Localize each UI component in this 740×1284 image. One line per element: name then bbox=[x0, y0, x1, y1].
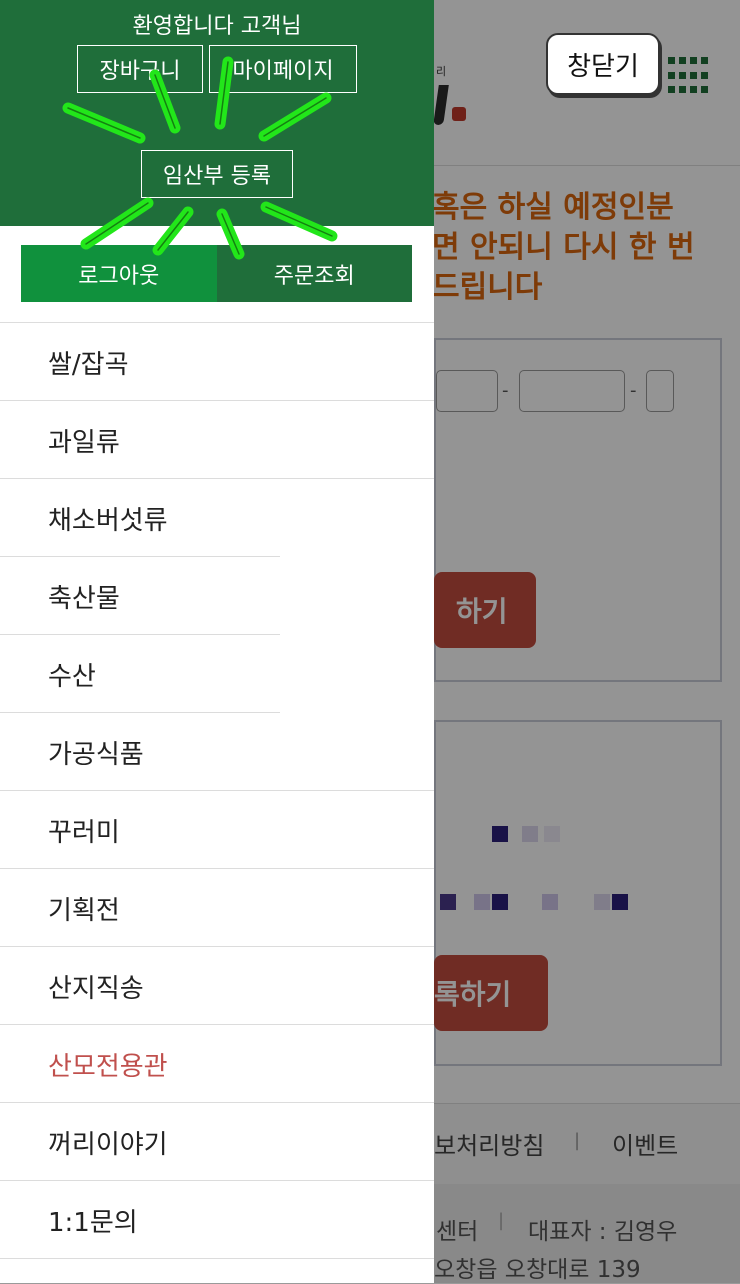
side-drawer: 환영합니다 고객님 장바구니 마이페이지 임산부 등록 로그아웃 주문조회 쌀/… bbox=[0, 0, 434, 1283]
account-tabs: 로그아웃 주문조회 bbox=[21, 245, 412, 302]
menu-item-fruits[interactable]: 과일류 bbox=[0, 401, 434, 479]
menu-item-direct-shipping[interactable]: 산지직송 bbox=[0, 947, 434, 1025]
menu-item-maternity-store[interactable]: 산모전용관 bbox=[0, 1025, 434, 1103]
pregnant-register-button[interactable]: 임산부 등록 bbox=[141, 150, 293, 198]
logout-button[interactable]: 로그아웃 bbox=[21, 245, 217, 302]
cart-button[interactable]: 장바구니 bbox=[77, 45, 203, 93]
menu-item-processed-food[interactable]: 가공식품 bbox=[0, 713, 434, 791]
menu-item-vegetables-mushrooms[interactable]: 채소버섯류 bbox=[0, 479, 434, 557]
order-lookup-button[interactable]: 주문조회 bbox=[216, 245, 412, 302]
menu-item-rice-grains[interactable]: 쌀/잡곡 bbox=[0, 323, 434, 401]
drawer-header: 환영합니다 고객님 장바구니 마이페이지 임산부 등록 bbox=[0, 0, 434, 226]
menu-item-livestock[interactable]: 축산물 bbox=[0, 557, 434, 635]
menu-item-inquiry[interactable]: 1:1문의 bbox=[0, 1181, 434, 1259]
mypage-button[interactable]: 마이페이지 bbox=[209, 45, 357, 93]
category-menu: 쌀/잡곡 과일류 채소버섯류 축산물 수산 가공식품 꾸러미 기획전 산지직송 … bbox=[0, 322, 434, 1259]
menu-item-seafood[interactable]: 수산 bbox=[0, 635, 434, 713]
menu-item-packages[interactable]: 꾸러미 bbox=[0, 791, 434, 869]
close-drawer-button[interactable]: 창닫기 bbox=[546, 33, 660, 95]
menu-item-stories[interactable]: 꺼리이야기 bbox=[0, 1103, 434, 1181]
welcome-text: 환영합니다 고객님 bbox=[132, 14, 302, 39]
menu-item-special-exhibition[interactable]: 기획전 bbox=[0, 869, 434, 947]
